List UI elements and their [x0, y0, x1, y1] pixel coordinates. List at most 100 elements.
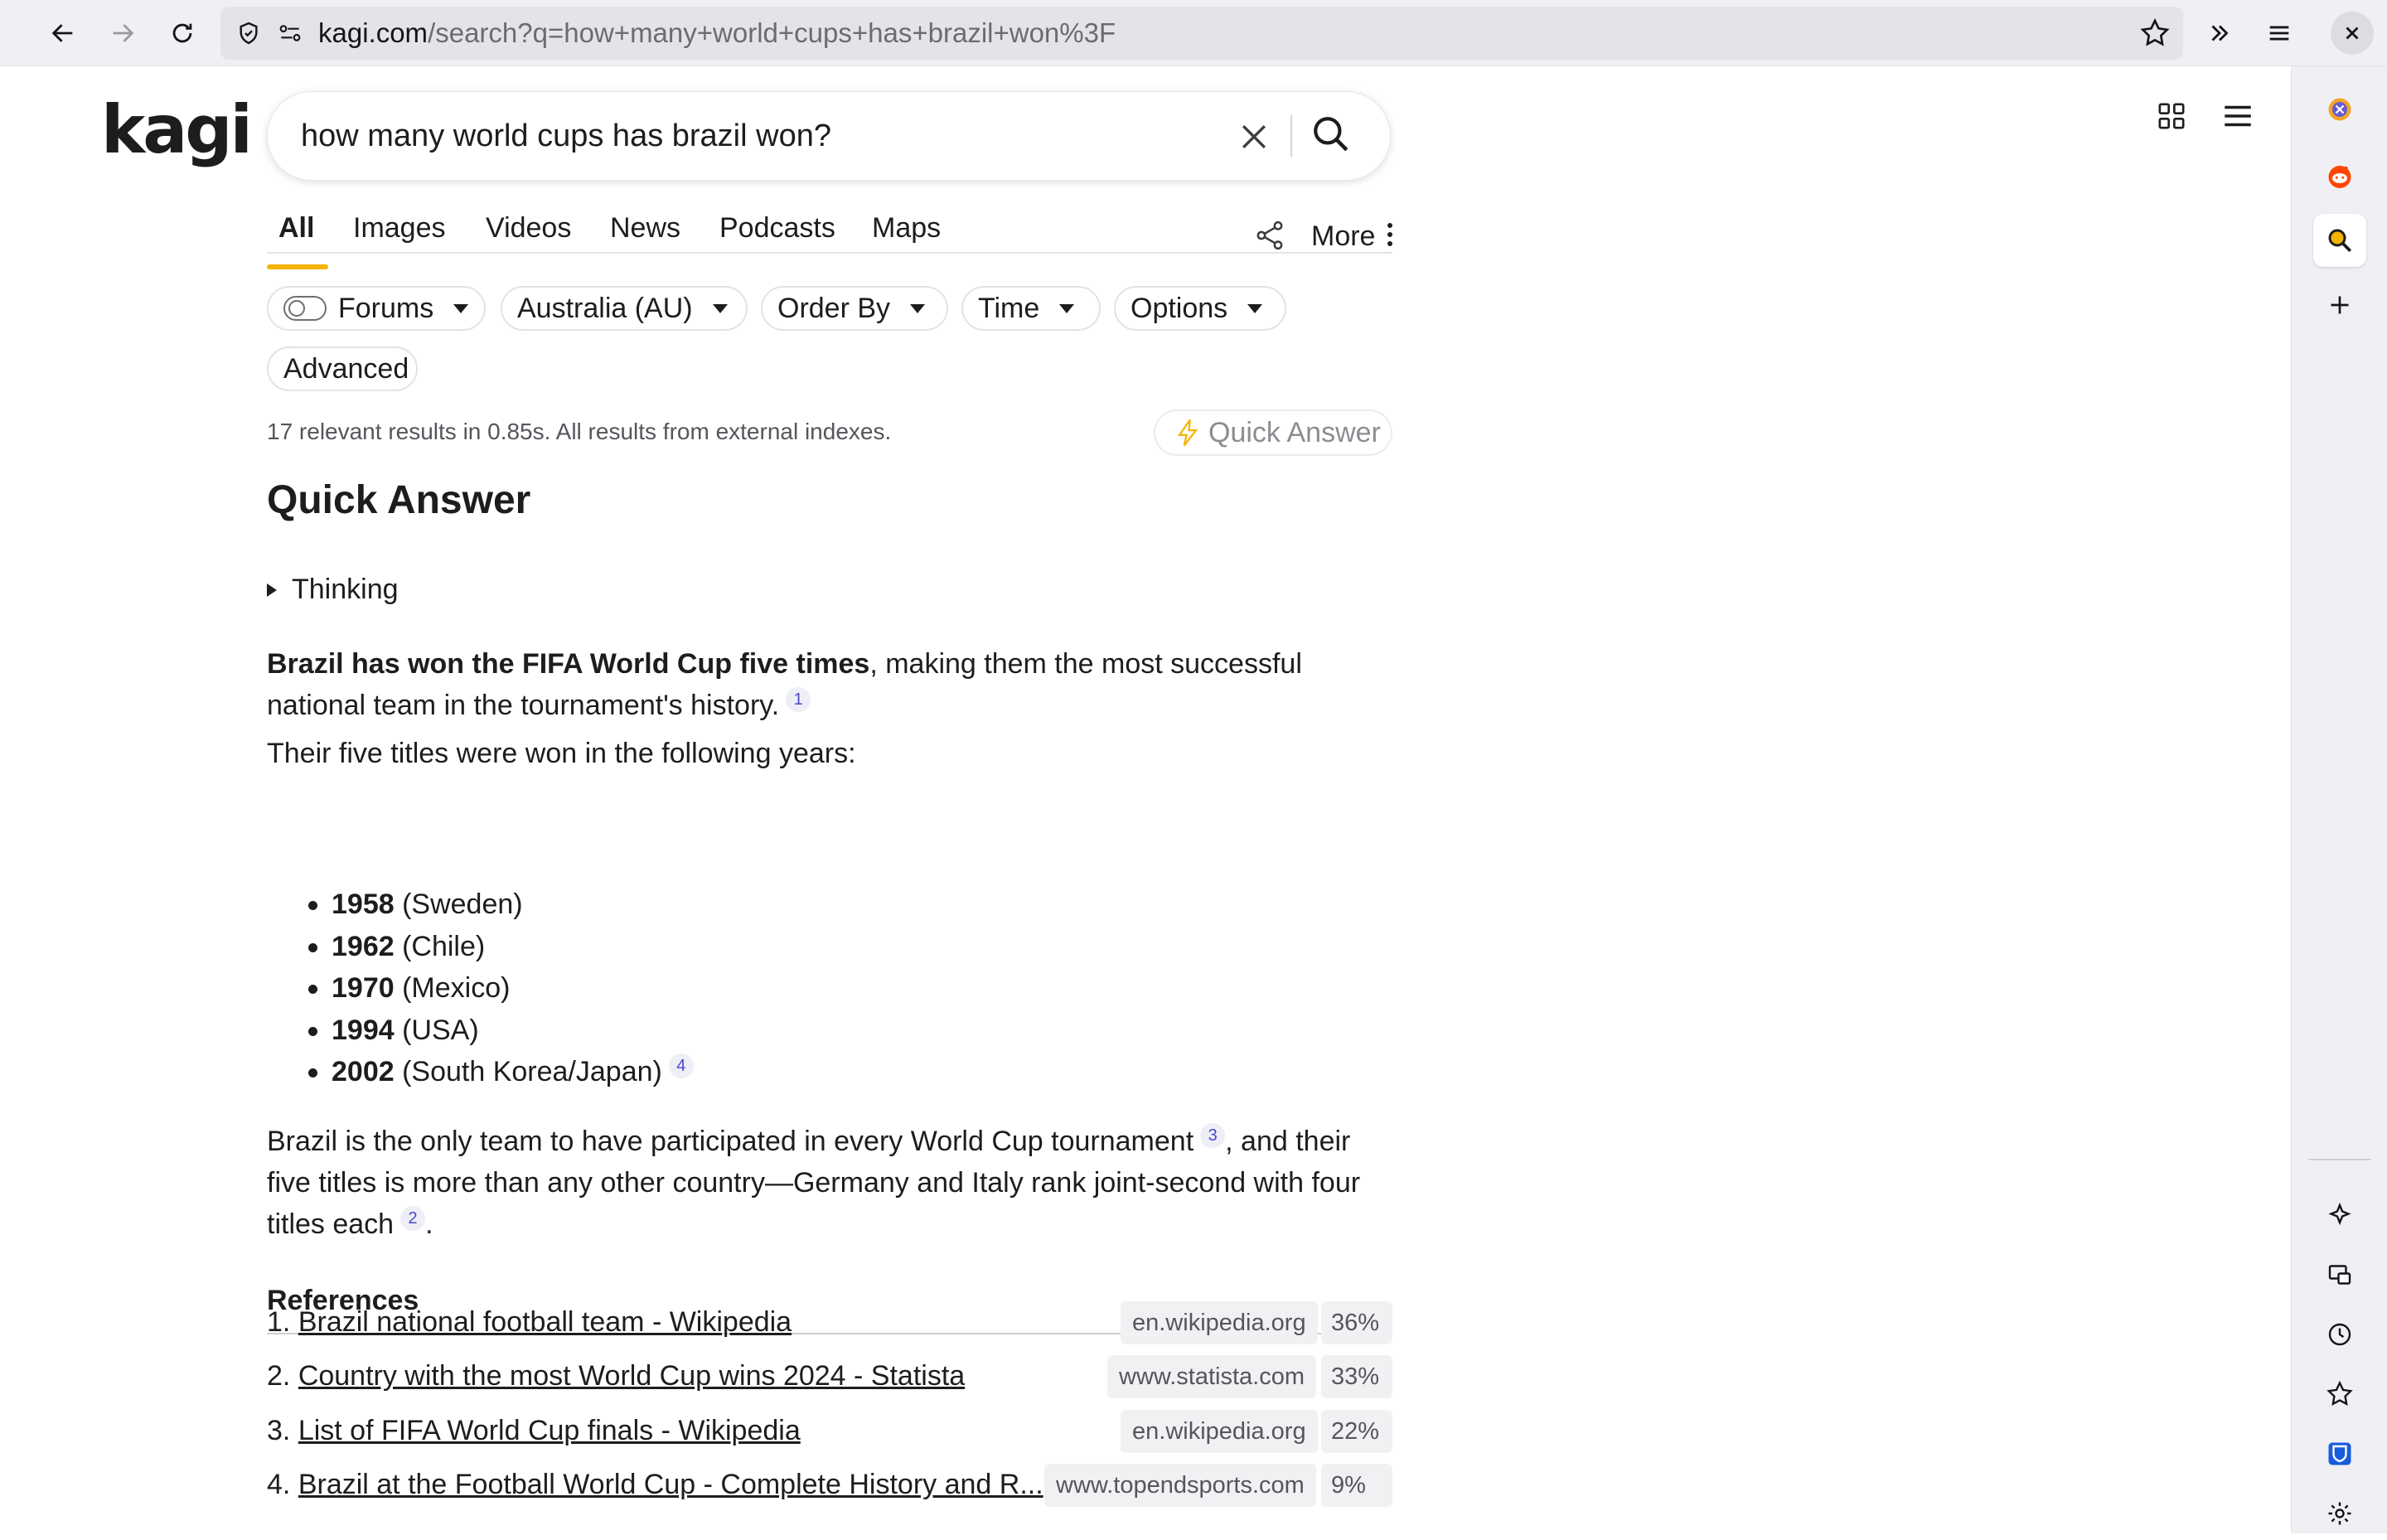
search-divider	[1290, 115, 1292, 157]
more-tabs-button[interactable]: More	[1311, 220, 1375, 253]
year: 1962	[332, 930, 395, 962]
reference-row: 4. Brazil at the Football World Cup - Co…	[267, 1464, 1392, 1507]
sidebar-history[interactable]	[2313, 1308, 2366, 1361]
citation-badge[interactable]: 2	[400, 1205, 426, 1231]
time-filter[interactable]: Time	[961, 286, 1101, 331]
reload-icon	[172, 23, 192, 43]
year: 1994	[332, 1014, 395, 1046]
sidebar-bookmarks[interactable]	[2313, 1368, 2366, 1421]
share-icon[interactable]	[1253, 219, 1286, 252]
forums-toggle[interactable]	[283, 296, 327, 321]
reload-button[interactable]	[162, 13, 202, 53]
citation-badge[interactable]: 4	[668, 1053, 694, 1078]
year: 1958	[332, 889, 395, 920]
tab-all[interactable]: All	[278, 212, 314, 245]
hamburger-icon	[2225, 105, 2251, 127]
tab-maps[interactable]: Maps	[872, 212, 941, 245]
host-country: (South Korea/Japan)	[394, 1056, 662, 1087]
tab-images[interactable]: Images	[353, 212, 446, 245]
gear-icon	[2328, 1502, 2351, 1525]
sidebar-extension-globe[interactable]	[2313, 83, 2366, 136]
close-window-button[interactable]	[2331, 12, 2374, 55]
list-item: 1958 (Sweden)	[308, 884, 694, 926]
quick-answer-title: Quick Answer	[267, 478, 531, 522]
sidebar-divider	[2308, 1159, 2371, 1160]
tab-videos[interactable]: Videos	[486, 212, 571, 245]
sidebar-reddit[interactable]	[2313, 149, 2366, 202]
reference-row: 2. Country with the most World Cup wins …	[267, 1355, 1392, 1398]
reference-domain: www.statista.com	[1107, 1355, 1316, 1398]
kagi-logo[interactable]: kagi	[101, 91, 253, 168]
forward-button[interactable]	[103, 13, 143, 53]
order-by-filter[interactable]: Order By	[761, 286, 948, 331]
tab-news[interactable]: News	[610, 212, 680, 245]
url-host: kagi.com	[318, 17, 428, 48]
options-filter[interactable]: Options	[1114, 286, 1286, 331]
reddit-icon	[2328, 166, 2351, 188]
url-path: /search?q=how+many+world+cups+has+brazil…	[428, 17, 1116, 48]
reference-link[interactable]: Country with the most World Cup wins 202…	[298, 1360, 965, 1392]
host-country: (Mexico)	[394, 972, 511, 1004]
reference-percentage: 33%	[1321, 1355, 1392, 1398]
reference-link[interactable]: List of FIFA World Cup finals - Wikipedi…	[298, 1415, 801, 1446]
advanced-filter[interactable]: Advanced	[267, 346, 418, 391]
host-country: (Sweden)	[394, 889, 523, 920]
order-by-label: Order By	[777, 292, 891, 324]
list-item: 1970 (Mexico)	[308, 967, 694, 1010]
browser-toolbar: kagi.com/search?q=how+many+world+cups+ha…	[0, 0, 2387, 66]
browser-sidebar	[2291, 66, 2387, 1533]
answer-text: .	[425, 1208, 433, 1240]
app-menu-button[interactable]	[2259, 13, 2299, 53]
quick-answer-button-label: Quick Answer	[1208, 416, 1381, 448]
bitwarden-shield-icon	[2328, 1442, 2351, 1465]
tab-podcasts[interactable]: Podcasts	[719, 212, 835, 245]
search-tabs: All Images Videos News Podcasts Maps	[267, 212, 1392, 254]
page-menu-button[interactable]	[2216, 94, 2259, 138]
citation-badge[interactable]: 1	[786, 686, 811, 712]
chevron-down-icon	[1059, 303, 1075, 313]
forward-arrow-icon	[113, 24, 134, 42]
reference-row: 1. Brazil national football team - Wikip…	[267, 1301, 1392, 1344]
search-box[interactable]: how many world cups has brazil won?	[267, 91, 1391, 181]
url-bar[interactable]: kagi.com/search?q=how+many+world+cups+ha…	[220, 7, 2183, 60]
thinking-label: Thinking	[292, 574, 399, 605]
sidebar-bitwarden[interactable]	[2313, 1427, 2366, 1480]
thinking-toggle[interactable]: Thinking	[267, 574, 399, 606]
citation-badge[interactable]: 3	[1200, 1122, 1226, 1148]
list-item: 1994 (USA)	[308, 1010, 694, 1052]
double-chevron-icon	[2211, 25, 2229, 41]
back-arrow-icon	[51, 24, 73, 42]
search-results-page: kagi how many world cups has brazil won?…	[0, 66, 2291, 1533]
lightning-icon	[1177, 419, 1198, 447]
sidebar-synced-tabs[interactable]	[2313, 1248, 2366, 1301]
clear-search-icon[interactable]	[1236, 119, 1272, 155]
extensions-overflow-button[interactable]	[2200, 13, 2239, 53]
reference-number: 1.	[267, 1306, 291, 1338]
forums-label: Forums	[338, 292, 434, 324]
reference-link[interactable]: Brazil at the Football World Cup - Compl…	[298, 1469, 1043, 1500]
search-icon[interactable]	[1310, 114, 1352, 155]
chevron-down-icon	[712, 303, 728, 313]
bookmark-star-icon[interactable]	[2138, 17, 2172, 50]
answer-paragraph-1: Brazil has won the FIFA World Cup five t…	[267, 643, 1396, 726]
sidebar-ai-chat[interactable]	[2313, 1189, 2366, 1242]
back-button[interactable]	[43, 13, 83, 53]
reference-percentage: 22%	[1321, 1410, 1392, 1453]
permissions-icon[interactable]	[274, 17, 307, 50]
devices-icon	[2328, 1265, 2351, 1285]
forums-filter[interactable]: Forums	[267, 286, 486, 331]
sidebar-settings[interactable]	[2313, 1487, 2366, 1540]
region-filter[interactable]: Australia (AU)	[501, 286, 748, 331]
quick-answer-button[interactable]: Quick Answer	[1154, 409, 1392, 456]
reference-link[interactable]: Brazil national football team - Wikipedi…	[298, 1306, 792, 1338]
time-label: Time	[978, 292, 1040, 324]
apps-grid-button[interactable]	[2150, 94, 2193, 138]
sidebar-kagi-search[interactable]	[2313, 214, 2366, 267]
sidebar-add-button[interactable]	[2313, 278, 2366, 332]
vertical-dots-icon[interactable]	[1386, 222, 1394, 247]
answer-paragraph-3: Brazil is the only team to have particip…	[267, 1121, 1396, 1245]
search-input[interactable]: how many world cups has brazil won?	[301, 119, 831, 154]
url-text: kagi.com/search?q=how+many+world+cups+ha…	[318, 17, 1116, 49]
answer-paragraph-2: Their five titles were won in the follow…	[267, 738, 856, 769]
shield-icon[interactable]	[232, 17, 265, 50]
